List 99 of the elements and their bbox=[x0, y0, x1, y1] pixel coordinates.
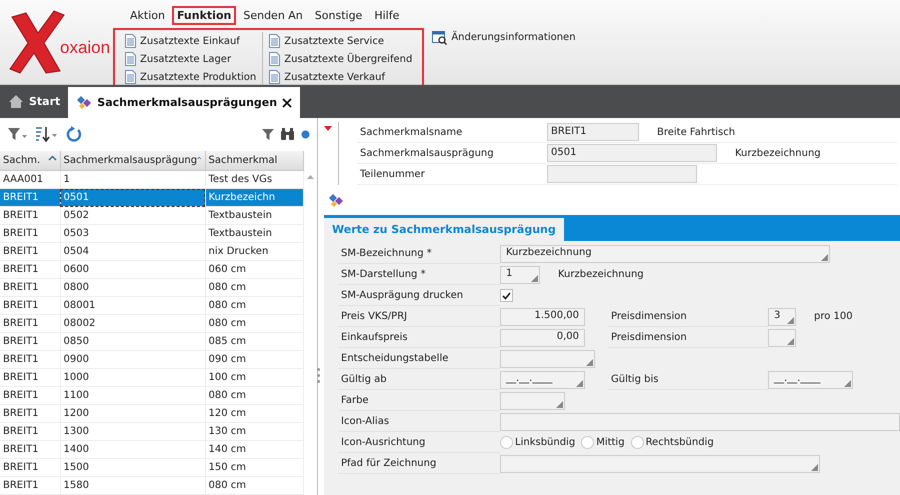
table-cell: BREIT1 bbox=[0, 476, 60, 494]
ribbon-item[interactable]: Zusatztexte Übergreifend bbox=[269, 50, 412, 68]
document-icon bbox=[269, 34, 280, 48]
checkbox[interactable] bbox=[500, 289, 513, 302]
checkmark-icon bbox=[502, 292, 511, 300]
table-row[interactable]: BREIT1 1300 130 cm bbox=[0, 422, 303, 440]
field-label: SM-Bezeichnung * bbox=[338, 243, 500, 264]
binoculars-icon[interactable] bbox=[280, 128, 295, 141]
table-row[interactable]: BREIT1 0503 Textbaustein bbox=[0, 224, 303, 242]
ribbon-item[interactable]: Zusatztexte Produktion bbox=[125, 68, 256, 86]
table-row[interactable]: BREIT1 1200 120 cm bbox=[0, 404, 303, 422]
tab[interactable]: Start bbox=[0, 85, 68, 118]
tab[interactable]: Sachmerkmalsausprägungen bbox=[68, 87, 300, 118]
field-label: Preisdimension bbox=[608, 306, 768, 327]
radio-option[interactable]: Mittig bbox=[581, 436, 625, 449]
cubes-icon bbox=[76, 95, 92, 110]
dropdown-field[interactable] bbox=[768, 328, 796, 346]
field-label: Gültig bis bbox=[608, 369, 768, 390]
field-label: Einkaufspreis bbox=[338, 327, 500, 348]
calendar-search-icon bbox=[432, 30, 448, 44]
input-field[interactable] bbox=[500, 412, 900, 430]
input-field[interactable]: 1.500,00 bbox=[500, 308, 585, 326]
table-row[interactable]: BREIT1 1580 080 cm bbox=[0, 476, 303, 494]
field-description: pro 100 bbox=[814, 311, 853, 322]
table-cell: 080 cm bbox=[205, 476, 303, 494]
menu-item[interactable]: Senden An bbox=[238, 6, 308, 25]
close-icon[interactable] bbox=[282, 98, 292, 108]
table-row[interactable]: BREIT1 1000 100 cm bbox=[0, 368, 303, 386]
ribbon-item[interactable]: Zusatztexte Einkauf bbox=[125, 32, 256, 50]
field-label: Entscheidungstabelle bbox=[338, 348, 500, 369]
radio-option[interactable]: Rechtsbündig bbox=[630, 436, 714, 449]
status-dot-icon bbox=[301, 130, 310, 139]
field-label: Gültig ab bbox=[338, 369, 500, 390]
table-row[interactable]: BREIT1 0850 085 cm bbox=[0, 332, 303, 350]
field-label: Icon-Ausrichtung bbox=[338, 432, 500, 453]
dropdown-field[interactable]: Kurzbezeichnung bbox=[500, 244, 830, 262]
ribbon-item[interactable]: Zusatztexte Service bbox=[269, 32, 412, 50]
column-header[interactable]: Sachm. bbox=[0, 150, 60, 170]
field-description: Kurzbezeichnung bbox=[558, 269, 644, 280]
table-row[interactable]: BREIT1 0600 060 cm bbox=[0, 260, 303, 278]
sort-icon[interactable] bbox=[35, 125, 59, 144]
menu-item[interactable]: Sonstige bbox=[310, 6, 368, 25]
logo-text: oxaion bbox=[60, 38, 110, 58]
menu-item[interactable]: Aktion bbox=[125, 6, 170, 25]
table-row[interactable]: BREIT1 1500 150 cm bbox=[0, 458, 303, 476]
table-row[interactable]: BREIT1 0800 080 cm bbox=[0, 278, 303, 296]
document-icon bbox=[269, 52, 280, 66]
table-row[interactable]: BREIT1 1400 140 cm bbox=[0, 440, 303, 458]
readonly-field: BREIT1 bbox=[547, 123, 639, 141]
filter-dropdown-icon[interactable] bbox=[7, 126, 29, 142]
field-label: Pfad für Zeichnung bbox=[338, 453, 500, 474]
table-row[interactable]: BREIT1 08001 080 cm bbox=[0, 296, 303, 314]
document-icon bbox=[269, 70, 280, 84]
dropdown-field[interactable] bbox=[500, 454, 820, 472]
input-field[interactable]: 0,00 bbox=[500, 328, 585, 346]
dropdown-field[interactable]: 1 bbox=[500, 266, 540, 284]
dropdown-field[interactable] bbox=[500, 350, 595, 368]
field-label: SM-Darstellung * bbox=[338, 264, 500, 285]
ribbon-item[interactable]: Zusatztexte Verkauf bbox=[269, 68, 412, 86]
table-row[interactable]: BREIT1 0502 Textbaustein bbox=[0, 206, 303, 224]
dropdown-field[interactable]: __.__.____ bbox=[768, 370, 853, 388]
field-description: Kurzbezeichnung bbox=[735, 148, 821, 158]
dropdown-field[interactable] bbox=[500, 392, 565, 410]
field-label: SM-Ausprägung drucken bbox=[338, 285, 500, 306]
readonly-field: 0501 bbox=[547, 144, 717, 162]
document-icon bbox=[125, 52, 136, 66]
field-label: Sachmerkmalsausprägung bbox=[359, 148, 495, 158]
ribbon-item[interactable]: Zusatztexte Lager bbox=[125, 50, 256, 68]
table-cell: 1580 bbox=[60, 476, 205, 494]
filter-icon[interactable] bbox=[262, 128, 274, 141]
radio-option[interactable]: Linksbündig bbox=[500, 436, 576, 449]
column-header[interactable]: Sachmerkmalsausprägung bbox=[60, 150, 205, 170]
document-icon bbox=[125, 34, 136, 48]
table-row[interactable]: BREIT1 1100 080 cm bbox=[0, 386, 303, 404]
field-label: Preisdimension bbox=[608, 327, 768, 348]
home-icon bbox=[8, 94, 24, 109]
collapse-arrow-icon[interactable] bbox=[324, 126, 332, 131]
sort-ascending-icon bbox=[48, 154, 56, 161]
table-row[interactable]: AAA001 1 Test des VGs bbox=[0, 170, 303, 188]
field-label: Farbe bbox=[338, 390, 500, 411]
table-row[interactable]: BREIT1 0900 090 cm bbox=[0, 350, 303, 368]
sort-ascending-icon bbox=[197, 154, 202, 161]
table-row[interactable]: BREIT1 08002 080 cm bbox=[0, 314, 303, 332]
field-label: Icon-Alias bbox=[338, 411, 500, 432]
dropdown-field[interactable]: 3 bbox=[768, 308, 796, 326]
dropdown-field[interactable]: __.__.____ bbox=[500, 370, 585, 388]
table-row[interactable]: BREIT1 0504 nix Drucken bbox=[0, 242, 303, 260]
menu-item[interactable]: Funktion bbox=[172, 6, 236, 25]
field-label: Preis VKS/PRJ bbox=[338, 306, 500, 327]
field-label: Teilenummer bbox=[359, 168, 426, 180]
ribbon-item[interactable]: Änderungsinformationen bbox=[432, 28, 576, 46]
menu-item[interactable]: Hilfe bbox=[369, 6, 404, 25]
cubes-icon[interactable] bbox=[328, 192, 344, 208]
table-row[interactable]: BREIT1 0501 Kurzbezeichn bbox=[0, 188, 303, 206]
field-label: Sachmerkmalsname bbox=[359, 126, 464, 138]
document-icon bbox=[125, 70, 136, 84]
field-description: Breite Fahrtisch bbox=[657, 126, 736, 138]
column-header[interactable]: Sachmerkmal bbox=[205, 150, 303, 170]
refresh-icon[interactable] bbox=[65, 126, 82, 143]
